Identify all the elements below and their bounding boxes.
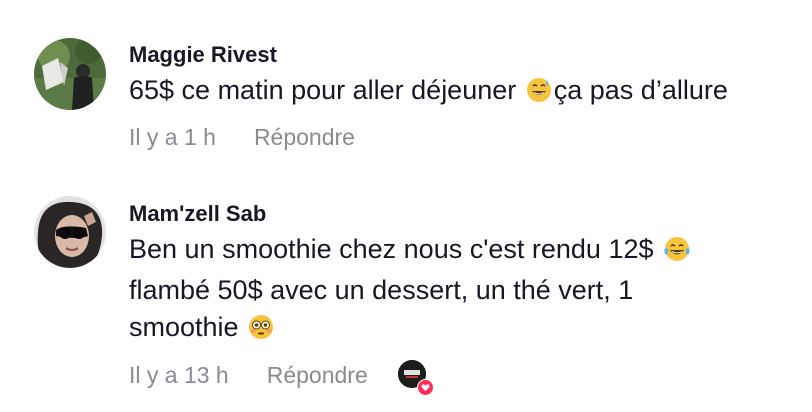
comment-author[interactable]: Maggie Rivest bbox=[129, 42, 802, 68]
sweat-smile-emoji-icon bbox=[526, 76, 552, 113]
comment-timestamp: Il y a 13 h bbox=[129, 362, 229, 388]
heart-icon bbox=[416, 379, 434, 396]
comment-text-part: 65$ ce matin pour aller déjeuner bbox=[129, 75, 524, 105]
avatar[interactable] bbox=[34, 38, 106, 110]
comment-author[interactable]: Mam'zell Sab bbox=[129, 201, 802, 227]
comment-content: Mam'zell Sab Ben un smoothie chez nous c… bbox=[129, 201, 802, 396]
comment-text-part: smoothie bbox=[129, 312, 247, 342]
comment-text: Ben un smoothie chez nous c'est rendu 12… bbox=[129, 231, 802, 350]
flushed-emoji-icon bbox=[248, 313, 274, 350]
comment-meta: Il y a 1 h Répondre bbox=[129, 123, 802, 151]
joy-emoji-icon bbox=[663, 235, 691, 272]
creator-liked-badge bbox=[397, 360, 434, 396]
comment-text-part: Ben un smoothie chez nous c'est rendu 12… bbox=[129, 234, 661, 264]
comment-text: 65$ ce matin pour aller déjeuner ça pas … bbox=[129, 72, 802, 113]
comment-text-part: ça pas d’allure bbox=[553, 75, 728, 105]
comment-text-line: smoothie bbox=[129, 309, 802, 350]
comment-timestamp: Il y a 1 h bbox=[129, 124, 216, 150]
comment-meta: Il y a 13 h Répondre bbox=[129, 360, 802, 396]
avatar[interactable] bbox=[34, 196, 106, 268]
reply-button[interactable]: Répondre bbox=[254, 123, 355, 151]
comment-text-line: Ben un smoothie chez nous c'est rendu 12… bbox=[129, 231, 802, 272]
comment-text-line: flambé 50$ avec un dessert, un thé vert,… bbox=[129, 275, 634, 305]
reply-button[interactable]: Répondre bbox=[267, 361, 368, 389]
comment-content: Maggie Rivest 65$ ce matin pour aller dé… bbox=[129, 42, 802, 151]
